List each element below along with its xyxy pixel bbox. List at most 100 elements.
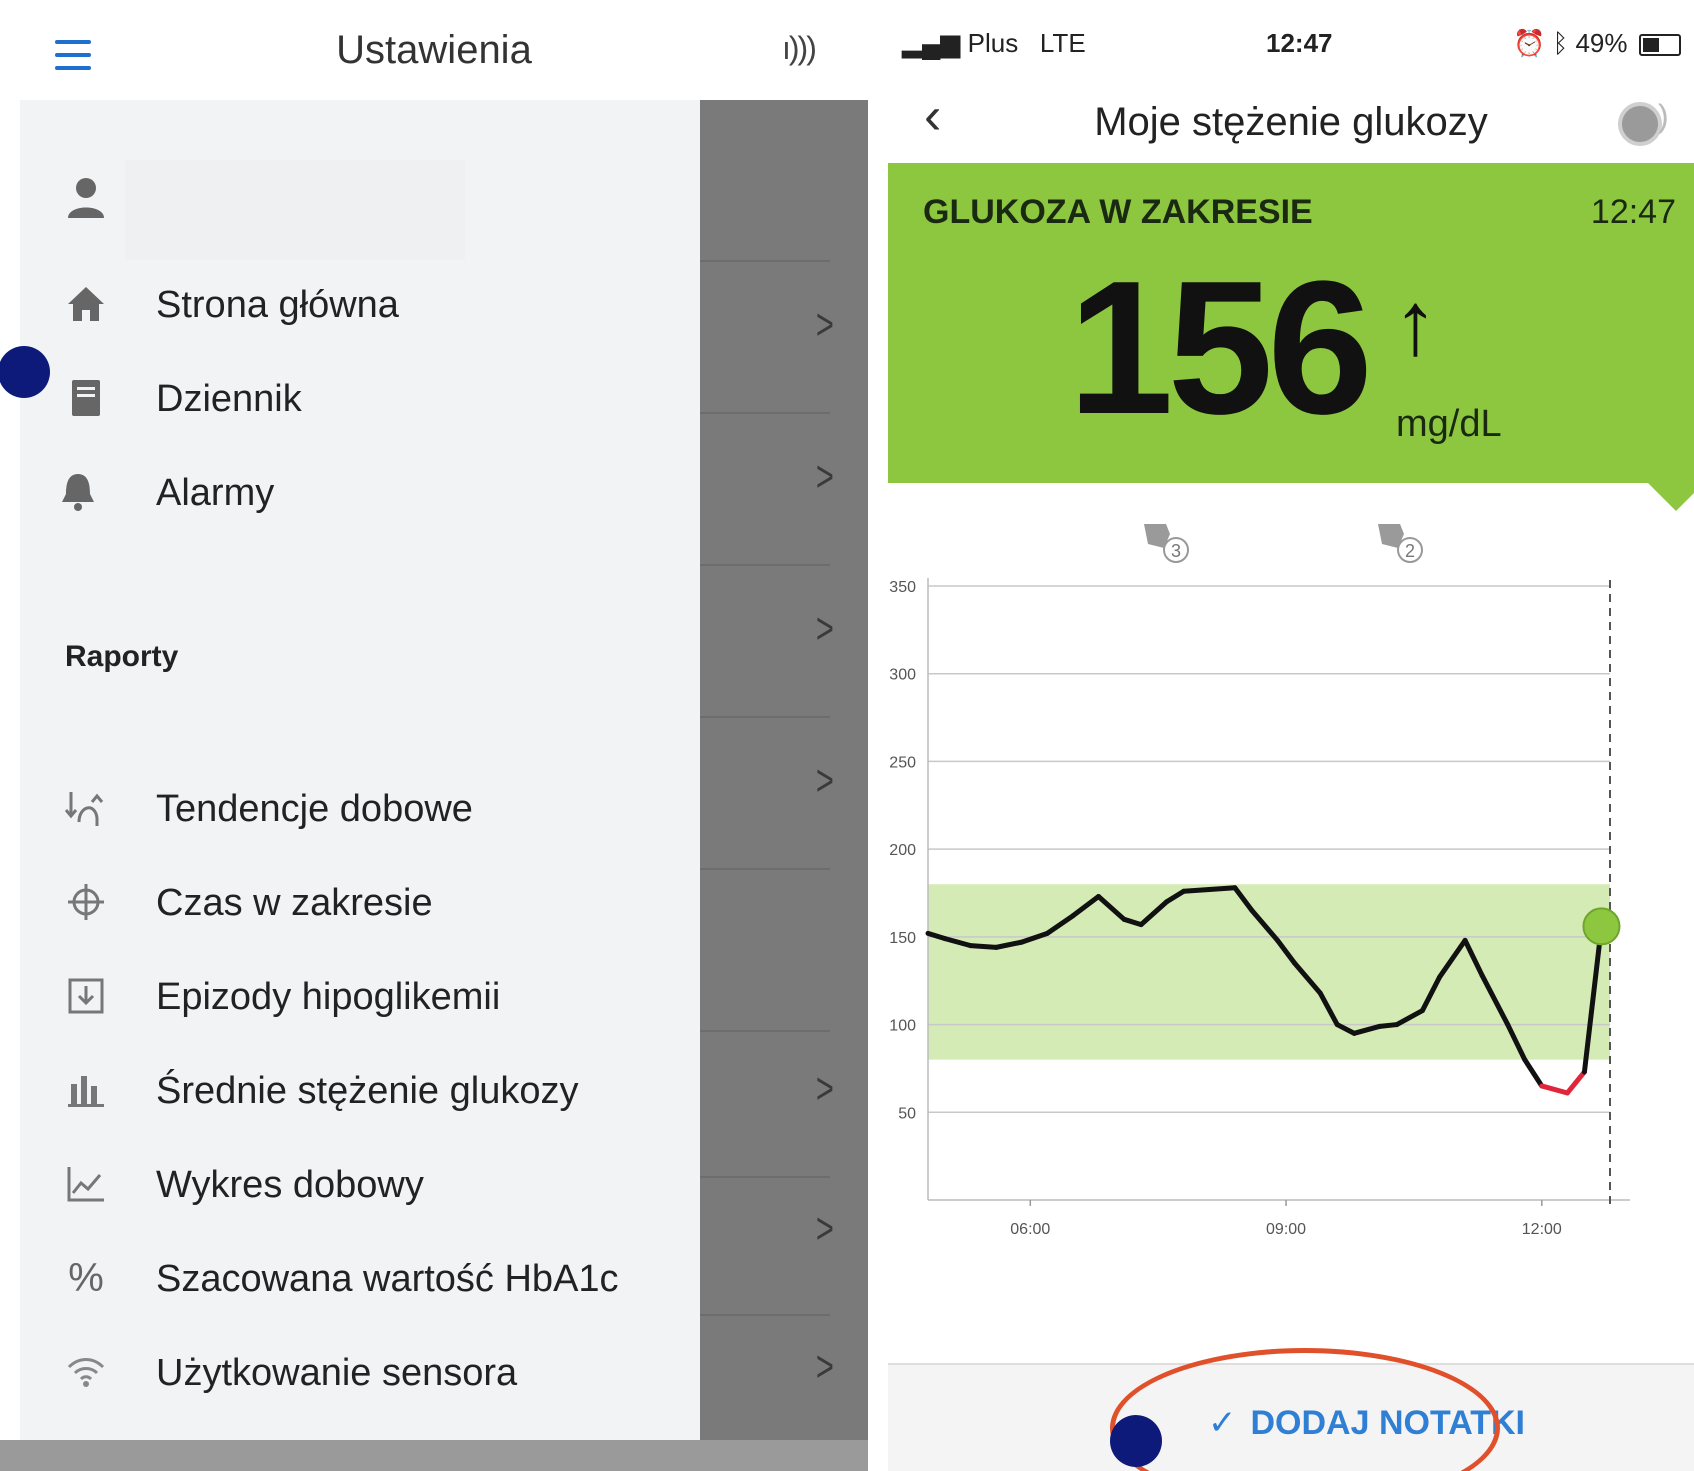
y-tick-label: 250	[889, 754, 916, 771]
menu-item-label: Dziennik	[156, 378, 302, 420]
menu-item-label: Epizody hipoglikemii	[156, 976, 501, 1018]
touch-indicator-dot	[0, 346, 50, 398]
battery-percent: 49%	[1575, 28, 1628, 58]
row-divider	[700, 716, 830, 718]
navigation-drawer: Strona główna Dziennik Alarmy Raporty Te…	[20, 100, 700, 1471]
y-tick-label: 100	[889, 1018, 916, 1035]
user-icon	[62, 174, 110, 222]
wifi-icon	[62, 1348, 110, 1396]
status-time: 12:47	[1266, 28, 1333, 58]
glucose-status-banner: GLUKOZA W ZAKRESIE 12:47 156 ↑ mg/dL	[888, 163, 1694, 483]
profile-name-placeholder	[125, 160, 465, 260]
glucose-line-segment	[1206, 885, 1238, 892]
bluetooth-icon: ᛒ	[1552, 28, 1569, 58]
glucose-value: 156	[1068, 242, 1373, 454]
report-item-daily-graph[interactable]: Wykres dobowy	[20, 1146, 700, 1226]
report-item-time-in-range[interactable]: Czas w zakresie	[20, 864, 700, 944]
home-icon	[62, 280, 110, 328]
menu-item-label: Średnie stężenie glukozy	[156, 1070, 579, 1112]
line-chart-icon	[62, 1160, 110, 1208]
glucose-line-segment	[1522, 1057, 1545, 1089]
note-marker-icon[interactable]: 2	[1374, 518, 1430, 577]
x-tick-label: 06:00	[1010, 1221, 1050, 1238]
y-tick-label: 350	[889, 579, 916, 596]
banner-pointer	[1648, 483, 1694, 511]
settings-screen: Ustawienia ı))) Strona główna Dziennik A…	[0, 0, 868, 1471]
report-item-average-glucose[interactable]: Średnie stężenie glukozy	[20, 1052, 700, 1132]
glucose-line-segment	[1539, 1083, 1570, 1096]
glucose-unit: mg/dL	[1396, 403, 1502, 445]
report-item-hypoglycemia[interactable]: Epizody hipoglikemii	[20, 958, 700, 1038]
alarm-clock-icon: ⏰	[1513, 28, 1546, 58]
glucose-screen: ▂▄▆ Plus LTE 12:47 ⏰ ᛒ 49% ‹ Moje stężen…	[888, 18, 1694, 1471]
row-divider	[700, 260, 830, 262]
nav-bar: ‹ Moje stężenie glukozy )	[888, 78, 1694, 168]
glucose-line-segment	[1377, 1022, 1400, 1029]
carrier-info: ▂▄▆ Plus LTE	[902, 28, 1086, 59]
chevron-right-icon: >	[815, 1342, 834, 1391]
reading-time: 12:47	[1590, 193, 1676, 231]
menu-item-label: Wykres dobowy	[156, 1164, 424, 1206]
chevron-right-icon: >	[815, 300, 834, 349]
menu-item-alarms[interactable]: Alarmy	[20, 454, 700, 534]
x-tick-label: 12:00	[1522, 1221, 1562, 1238]
carrier-name: Plus	[967, 28, 1019, 58]
y-tick-label: 150	[889, 930, 916, 947]
signal-bars-icon: ▂▄▆	[902, 28, 961, 58]
nfc-scan-icon[interactable]: ı)))	[782, 30, 817, 67]
menu-item-label: Czas w zakresie	[156, 882, 433, 924]
network-type: LTE	[1039, 28, 1086, 58]
row-divider	[700, 564, 830, 566]
note-count: 2	[1405, 541, 1415, 561]
current-reading-point	[1582, 907, 1621, 946]
row-divider	[700, 1030, 830, 1032]
glucose-line-segment	[1564, 1069, 1587, 1096]
page-title: Moje stężenie glukozy	[1094, 100, 1488, 144]
menu-item-label: Tendencje dobowe	[156, 788, 473, 830]
page-title: Ustawienia	[336, 28, 532, 72]
percent-icon: %	[68, 1255, 104, 1300]
dimmed-background-overlay[interactable]: > > > > > > >	[700, 100, 868, 1471]
battery-icon	[1638, 34, 1681, 57]
bottom-edge	[0, 1440, 868, 1471]
journal-book-icon	[62, 374, 110, 422]
sensor-scan-icon[interactable]	[1618, 102, 1662, 146]
menu-item-home[interactable]: Strona główna	[20, 266, 700, 346]
row-divider	[700, 412, 830, 414]
menu-item-label: Użytkowanie sensora	[156, 1352, 518, 1394]
menu-item-label: Szacowana wartość HbA1c	[156, 1258, 619, 1300]
touch-indicator-dot	[1110, 1415, 1162, 1467]
status-bar: ▂▄▆ Plus LTE 12:47 ⏰ ᛒ 49%	[888, 18, 1694, 68]
glucose-line-chart[interactable]: 50100150200250300350mg/dL06:0009:0012:00	[888, 578, 1694, 1338]
sensor-wave-icon: )	[1658, 98, 1669, 134]
reports-section-header: Raporty	[65, 640, 179, 673]
chevron-right-icon: >	[815, 604, 834, 653]
menu-item-label: Alarmy	[156, 472, 275, 514]
row-divider	[700, 1176, 830, 1178]
row-divider	[700, 868, 830, 870]
report-item-daily-trends[interactable]: Tendencje dobowe	[20, 770, 700, 850]
glucose-status-label: GLUKOZA W ZAKRESIE	[923, 193, 1313, 231]
row-divider	[700, 1314, 830, 1316]
target-icon	[62, 878, 110, 926]
hypo-download-icon	[62, 972, 110, 1020]
note-count: 3	[1171, 541, 1181, 561]
bell-icon	[54, 468, 102, 516]
report-item-hba1c[interactable]: % Szacowana wartość HbA1c	[20, 1240, 700, 1320]
menu-item-journal[interactable]: Dziennik	[20, 360, 700, 440]
glucose-line-segment	[968, 943, 999, 950]
trend-icon	[62, 784, 110, 832]
report-item-sensor-usage[interactable]: Użytkowanie sensora	[20, 1334, 700, 1414]
chevron-right-icon: >	[815, 756, 834, 805]
y-tick-label: 300	[889, 667, 916, 684]
trend-arrow-icon: ↑	[1393, 274, 1438, 374]
profile-row[interactable]	[20, 160, 700, 270]
glucose-line-segment	[1181, 886, 1212, 894]
y-tick-label: 200	[889, 842, 916, 859]
note-marker-icon[interactable]: 3	[1140, 518, 1196, 577]
y-tick-label: 50	[898, 1105, 916, 1122]
x-tick-label: 09:00	[1266, 1221, 1306, 1238]
top-bar: Ustawienia ı)))	[0, 0, 868, 100]
chevron-right-icon: >	[815, 1064, 834, 1113]
bar-chart-icon	[62, 1066, 110, 1114]
